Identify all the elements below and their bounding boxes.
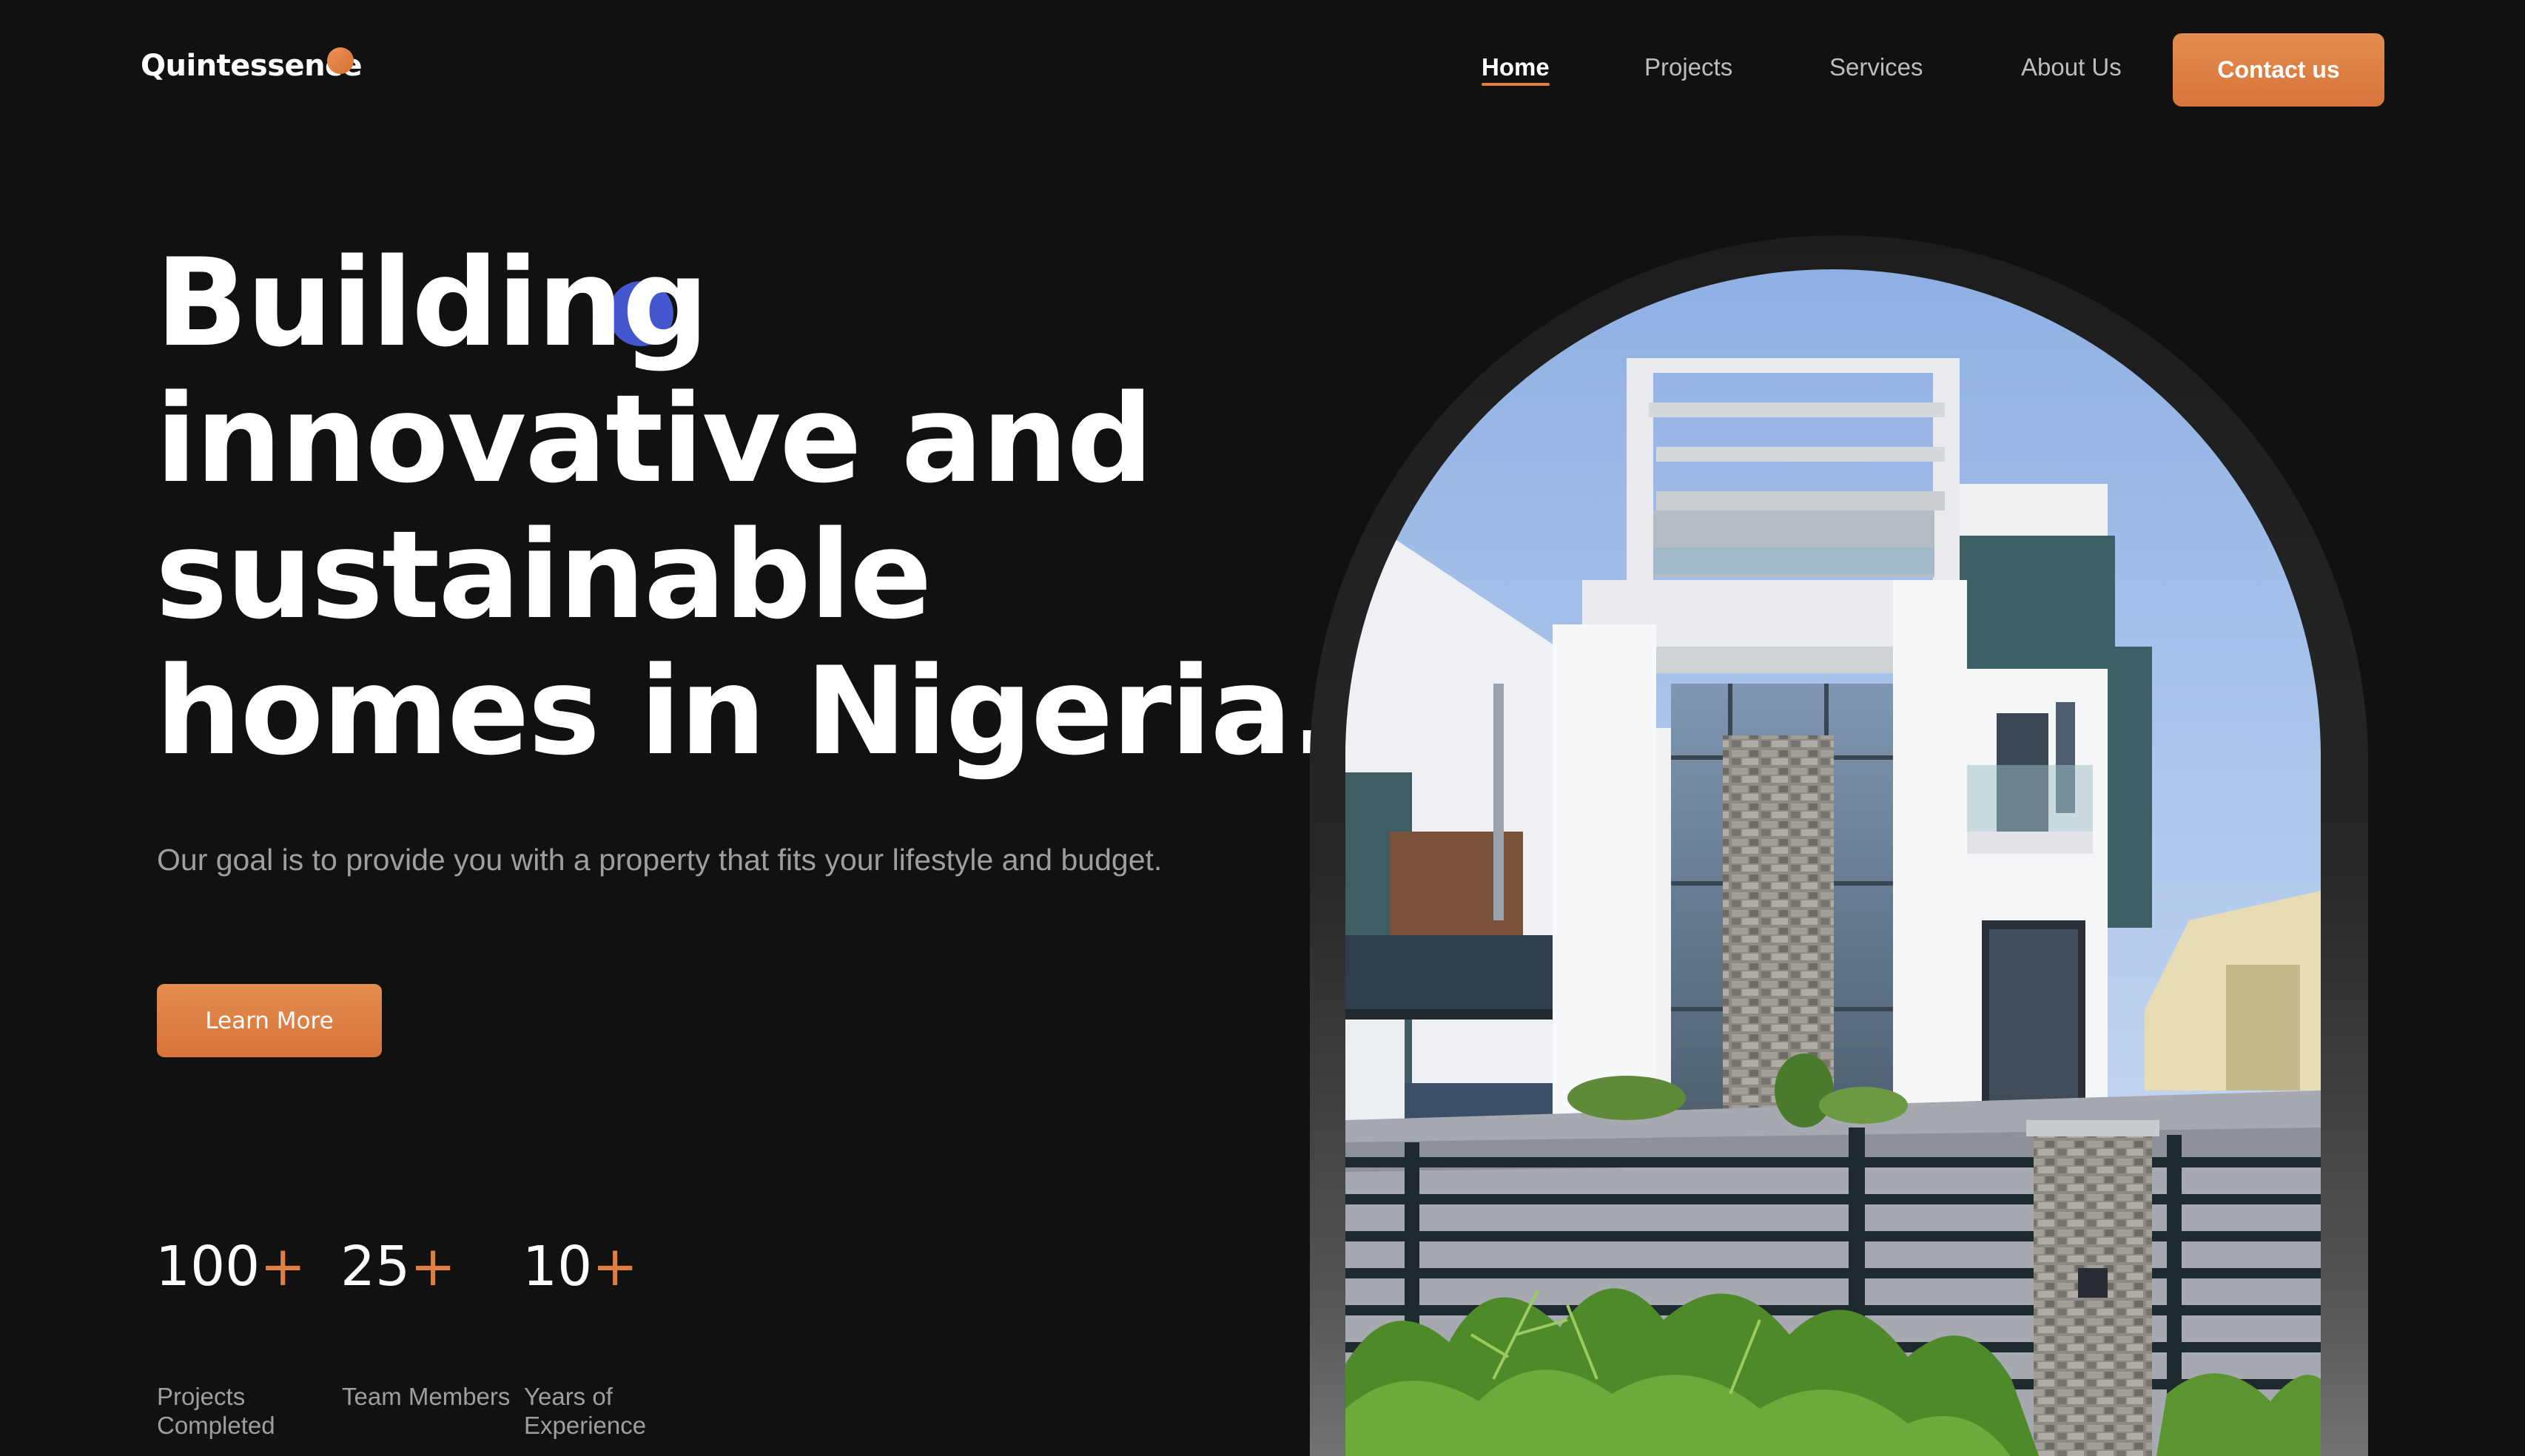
- nav-item-about[interactable]: About Us: [2021, 53, 2122, 81]
- stat-label: Team Members: [342, 1383, 511, 1410]
- active-nav-indicator: [1482, 83, 1550, 86]
- stat-number: 100: [155, 1235, 260, 1298]
- logo-dot-icon: [327, 47, 354, 74]
- hero-headline: Building innovative and sustainable home…: [155, 232, 1337, 782]
- stat-label: Projects Completed: [157, 1383, 275, 1439]
- headline-line: innovative and: [155, 368, 1154, 510]
- learn-more-button[interactable]: Learn More: [157, 984, 382, 1057]
- nav-item-home[interactable]: Home: [1482, 53, 1550, 81]
- contact-us-button[interactable]: Contact us: [2173, 33, 2384, 107]
- nav-item-projects[interactable]: Projects: [1644, 53, 1732, 81]
- hero-subtext: Our goal is to provide you with a proper…: [157, 843, 1163, 877]
- stat-number: 25: [340, 1235, 411, 1298]
- landing-page: Quintessence Home Projects Services Abou…: [0, 0, 2525, 1456]
- house-photo: [1345, 269, 2321, 1456]
- headline-line: homes in Nigeria.: [155, 641, 1337, 782]
- stat-label: Years of Experience: [524, 1383, 647, 1439]
- nav-item-services[interactable]: Services: [1829, 53, 1923, 81]
- stat-number: 10: [522, 1235, 593, 1298]
- headline-line: Building: [155, 232, 709, 374]
- decorative-dot-icon: [608, 281, 673, 346]
- stat-experience: 10+ Years of Experience: [522, 1234, 646, 1439]
- stat-value: 10+: [522, 1234, 638, 1299]
- stat-projects: 100+ Projects Completed: [155, 1234, 306, 1439]
- stat-plus: +: [410, 1235, 457, 1298]
- headline-line: sustainable: [155, 505, 932, 646]
- stat-value: 100+: [155, 1234, 306, 1299]
- stat-value: 25+: [340, 1234, 456, 1299]
- stat-team: 25+ Team Members: [340, 1234, 510, 1410]
- stat-plus: +: [592, 1235, 639, 1298]
- stat-plus: +: [260, 1235, 306, 1298]
